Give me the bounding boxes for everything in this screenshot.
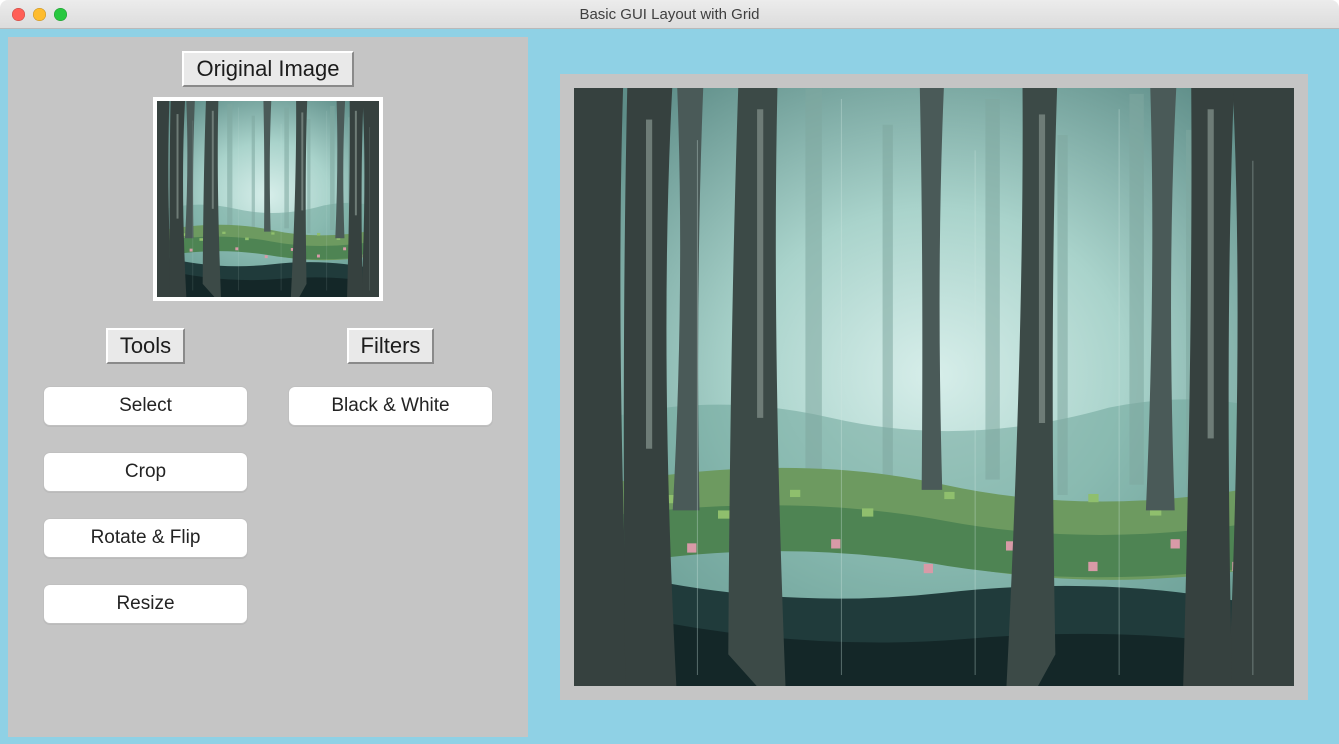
main-preview — [560, 74, 1308, 700]
left-panel: Original Image Tools Select Crop Rotate … — [8, 37, 528, 737]
select-button[interactable]: Select — [43, 386, 248, 426]
right-panel — [536, 37, 1331, 737]
filters-label: Filters — [347, 328, 435, 364]
rotate-flip-button[interactable]: Rotate & Flip — [43, 518, 248, 558]
filters-column: Filters Black & White — [283, 328, 498, 624]
tools-column: Tools Select Crop Rotate & Flip Resize — [38, 328, 253, 624]
black-white-button[interactable]: Black & White — [288, 386, 493, 426]
tools-label: Tools — [106, 328, 185, 364]
minimize-icon[interactable] — [33, 8, 46, 21]
zoom-icon[interactable] — [54, 8, 67, 21]
original-thumbnail — [153, 97, 383, 301]
original-image-label: Original Image — [182, 51, 353, 87]
client-area: Original Image Tools Select Crop Rotate … — [0, 29, 1339, 744]
window-title: Basic GUI Layout with Grid — [0, 6, 1339, 23]
window-titlebar: Basic GUI Layout with Grid — [0, 0, 1339, 29]
crop-button[interactable]: Crop — [43, 452, 248, 492]
resize-button[interactable]: Resize — [43, 584, 248, 624]
close-icon[interactable] — [12, 8, 25, 21]
